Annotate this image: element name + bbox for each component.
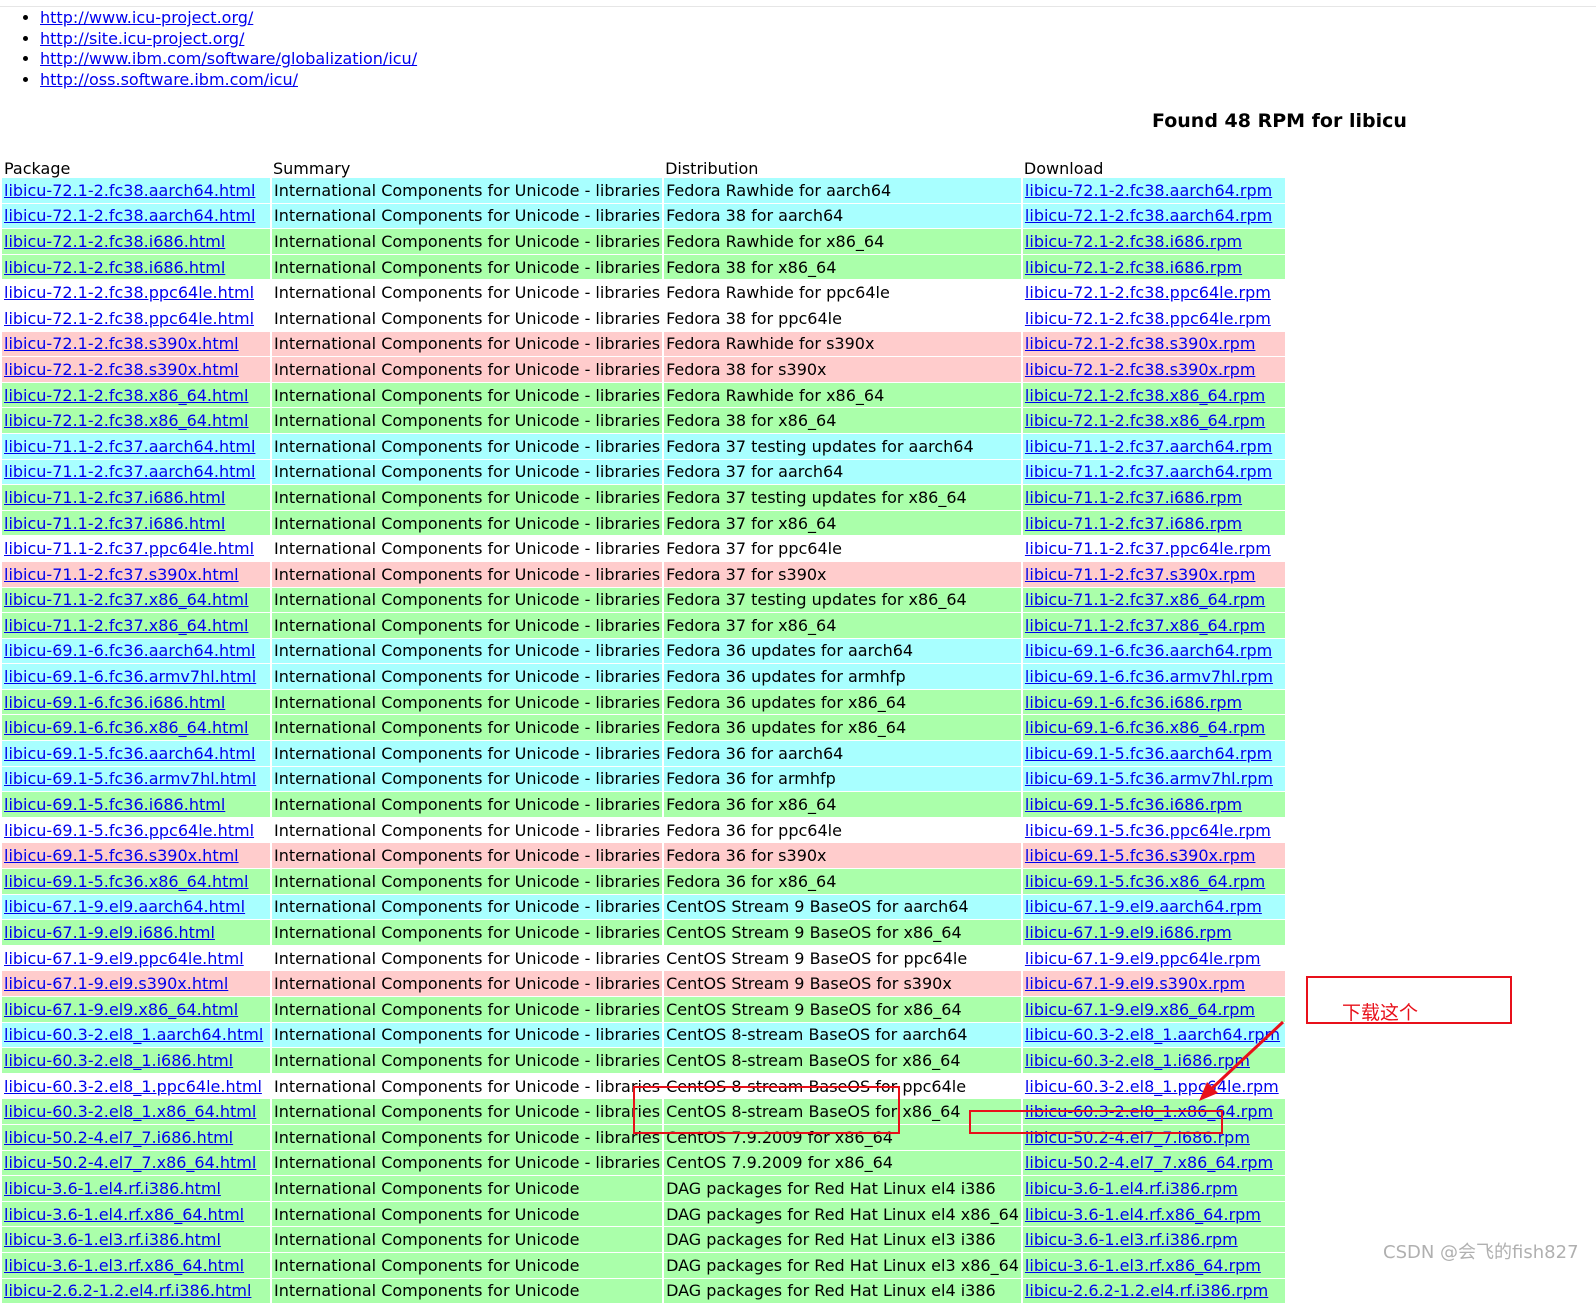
summary-cell: International Components for Unicode xyxy=(271,1278,665,1304)
package-link[interactable]: libicu-2.6.2-1.2.el4.rf.i386.html xyxy=(4,1281,251,1300)
annotation-arrow-icon xyxy=(1199,1020,1285,1101)
watermark: CSDN @会飞的fish827 xyxy=(1383,1242,1579,1263)
download-link[interactable]: libicu-2.6.2-1.2.el4.rf.i386.rpm xyxy=(1025,1281,1268,1300)
distribution-cell: DAG packages for Red Hat Linux el4 i386 xyxy=(663,1278,1023,1304)
table-row: libicu-2.6.2-1.2.el4.rf.i386.html Interna… xyxy=(2,1278,1285,1304)
download-cell: libicu-2.6.2-1.2.el4.rf.i386.rpm xyxy=(1021,1278,1285,1304)
package-cell: libicu-2.6.2-1.2.el4.rf.i386.html xyxy=(2,1278,272,1304)
